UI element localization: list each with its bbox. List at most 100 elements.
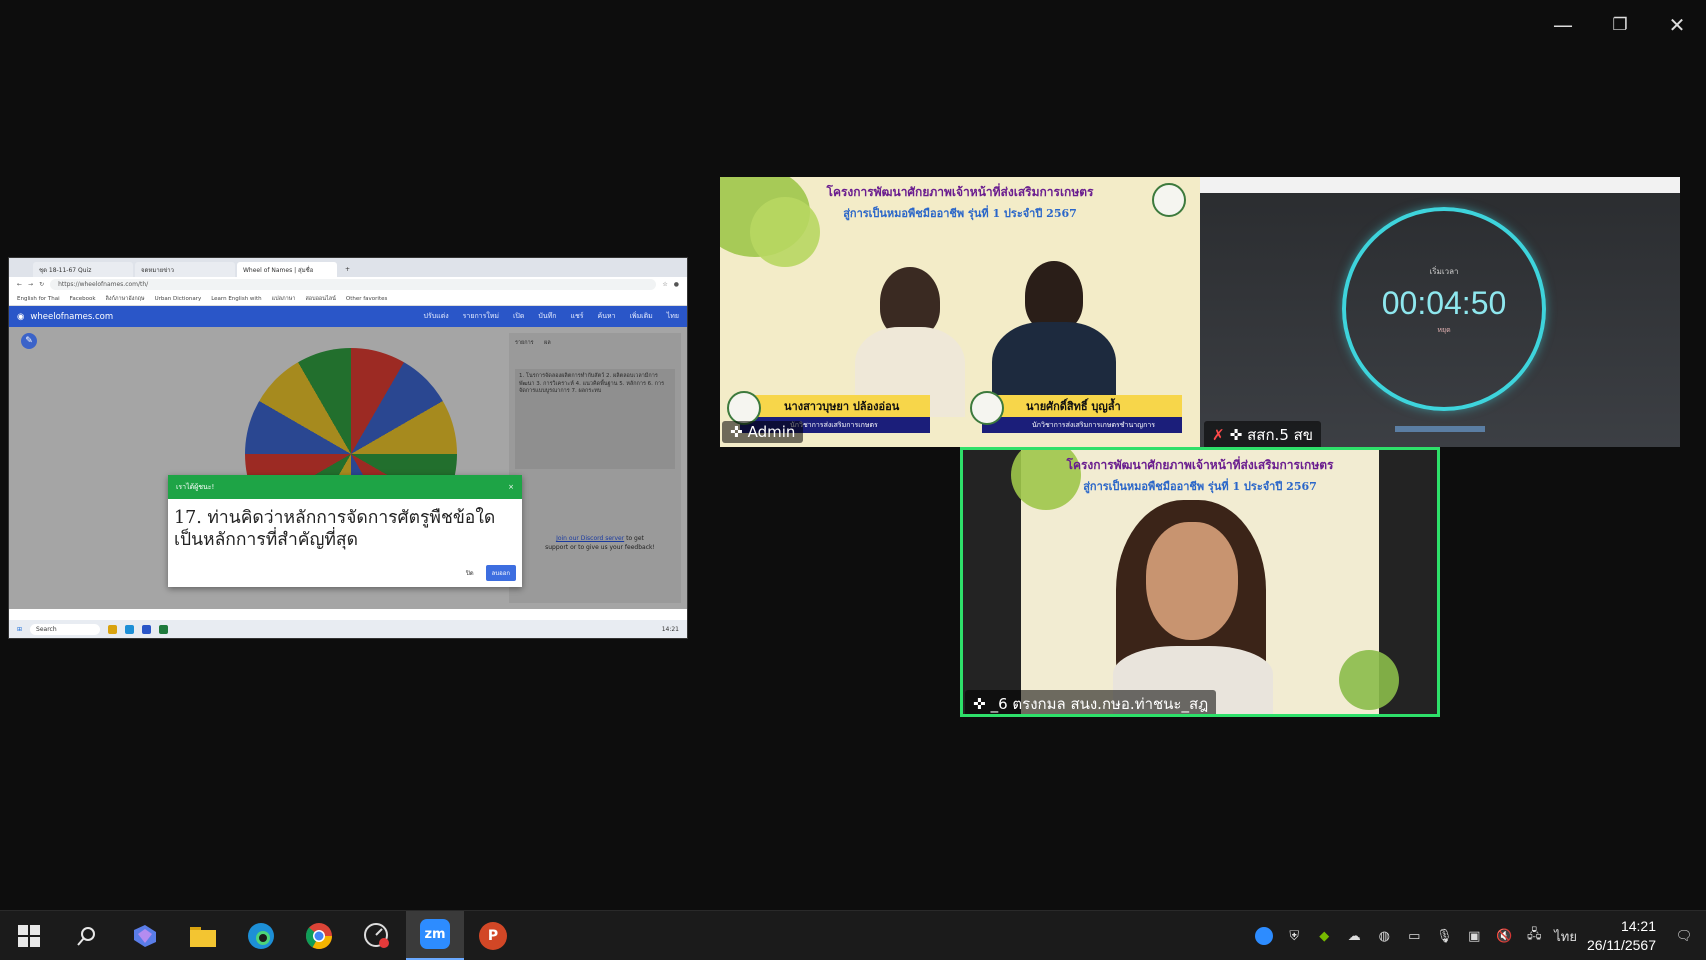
powerpoint-icon: P <box>479 921 507 950</box>
zoom-label: zm <box>424 926 446 942</box>
dialog-close-icon[interactable]: × <box>508 483 514 491</box>
star-icon[interactable]: ☆ <box>662 281 667 288</box>
shared-clock: 14:21 <box>661 625 679 633</box>
dialog-actions: ปิด ลบออก <box>462 565 516 581</box>
bookmark-item[interactable]: สอบออนไลน์ <box>305 295 335 303</box>
entries-textarea[interactable]: 1. โนรการจัดลองผลิตการทำกับสัตว์ 2. ผลิต… <box>515 369 675 469</box>
zoom-tray-icon[interactable] <box>1254 926 1274 946</box>
taskbar-clock[interactable]: 14:21 26/11/2567 <box>1587 917 1664 955</box>
volume-muted-icon[interactable]: 🔇 <box>1494 926 1514 946</box>
nav-search[interactable]: ค้นหา <box>598 311 616 322</box>
browser-tab-active[interactable]: Wheel of Names | สุ่มชื่อ <box>237 262 337 277</box>
seal-left <box>727 391 761 425</box>
entries-panel: รายการ ผล 1. โนรการจัดลองผลิตการทำกับสัต… <box>509 333 681 603</box>
results-tab[interactable]: ผล <box>544 340 551 346</box>
shield-icon[interactable]: ⛨ <box>1284 926 1304 946</box>
edge-button[interactable] <box>232 911 290 960</box>
network-icon[interactable]: 🖧 <box>1524 926 1544 946</box>
nav-more[interactable]: เพิ่มเติม <box>630 311 653 322</box>
zoom-icon: zm <box>420 919 450 949</box>
bookmark-item[interactable]: Facebook <box>70 296 96 302</box>
minimize-icon: — <box>1553 13 1573 37</box>
timer-countdown: 00:04:50 <box>1381 285 1507 321</box>
video-tile-timer[interactable]: เริ่มเวลา 00:04:50 หยุด ✗ ✜ สสก.5 สข <box>1200 177 1680 447</box>
banner: โครงการพัฒนาศักยภาพเจ้าหน้าที่ส่งเสริมกา… <box>720 177 1200 221</box>
browser-address-row: ← → ↻ https://wheelofnames.com/th/ ☆ ● <box>9 277 687 292</box>
bookmarks-bar: English for Thai Facebook ลิงก์ภาษาอังกฤ… <box>9 292 687 306</box>
nav-save[interactable]: บันทึก <box>538 311 556 322</box>
bookmark-item[interactable]: English for Thai <box>17 296 60 302</box>
video-tile-participant[interactable]: โครงการพัฒนาศักยภาพเจ้าหน้าที่ส่งเสริมกา… <box>960 447 1440 717</box>
pin-icon: ✜ <box>1229 426 1243 444</box>
nameplate-right: นายศักดิ์สิทธิ์ บุญล้ำ <box>982 395 1182 417</box>
bookmark-item[interactable]: Other favorites <box>346 296 388 302</box>
discord-note: Join our Discord server to get support o… <box>545 534 655 552</box>
restore-button[interactable]: ❐ <box>1600 10 1640 40</box>
bookmark-item[interactable]: ลิงก์ภาษาอังกฤษ <box>106 295 145 303</box>
notification-icon[interactable]: 🗨 <box>1674 926 1694 946</box>
dialog-remove-button[interactable]: ลบออก <box>485 565 516 581</box>
folder-icon <box>190 926 216 947</box>
close-button[interactable]: ✕ <box>1657 10 1697 40</box>
tree-decoration <box>1339 650 1399 710</box>
zoom-button[interactable]: zm <box>406 910 464 960</box>
banner-line2: สู่การเป็นหมอพืชมืออาชีพ รุ่นที่ 1 ประจำ… <box>1083 480 1317 493</box>
participant-face <box>1146 522 1238 640</box>
screen-share-tile[interactable]: ชุด 18-11-67 Quiz จดหมายข่าว Wheel of Na… <box>8 257 688 639</box>
nav-new[interactable]: รายการใหม่ <box>463 311 499 322</box>
bookmark-item[interactable]: Urban Dictionary <box>155 296 202 302</box>
address-bar[interactable]: https://wheelofnames.com/th/ <box>50 279 657 290</box>
nav-share[interactable]: แชร์ <box>571 311 584 322</box>
microphone-icon[interactable]: 🎙 <box>1434 926 1454 946</box>
seal-right <box>970 391 1004 425</box>
wheelofnames-logo[interactable]: ◉ wheelofnames.com <box>17 312 410 322</box>
wheelofnames-body: ✎ รายการ ผล 1. โนรการจัดลองผลิตการทำกับส… <box>9 327 687 609</box>
copilot-button[interactable] <box>116 911 174 960</box>
minimize-button[interactable]: — <box>1543 10 1583 40</box>
clock-date: 26/11/2567 <box>1586 937 1656 953</box>
dialog-header: เราได้ผู้ชนะ! × <box>168 475 522 499</box>
browser-tab[interactable]: ชุด 18-11-67 Quiz <box>33 262 133 277</box>
back-icon[interactable]: ← <box>17 281 22 288</box>
bookmark-item[interactable]: แปลภาษา <box>272 295 296 303</box>
video-tile-admin[interactable]: โครงการพัฒนาศักยภาพเจ้าหน้าที่ส่งเสริมกา… <box>720 177 1200 447</box>
nav-customize[interactable]: ปรับแต่ง <box>424 311 449 322</box>
shared-excel-icon <box>159 624 169 634</box>
new-tab-icon[interactable]: + <box>339 262 353 277</box>
nav-language[interactable]: ไทย <box>667 311 679 322</box>
browser-tab[interactable]: จดหมายข่าว <box>135 262 235 277</box>
edit-pencil-icon[interactable]: ✎ <box>21 333 37 349</box>
snipping-tool-button[interactable] <box>348 911 406 960</box>
reload-icon[interactable]: ↻ <box>39 281 44 288</box>
app-name: wheelofnames.com <box>30 311 114 322</box>
chat-icon[interactable]: ▭ <box>1404 926 1424 946</box>
muted-mic-icon: ✗ <box>1212 426 1225 444</box>
chrome-tray-icon[interactable]: ◍ <box>1374 926 1394 946</box>
onedrive-icon[interactable]: ☁ <box>1344 926 1364 946</box>
file-explorer-button[interactable] <box>174 911 232 960</box>
language-indicator[interactable]: ไทย <box>1554 926 1577 946</box>
nav-open[interactable]: เปิด <box>513 311 524 322</box>
entries-tab[interactable]: รายการ <box>515 340 534 346</box>
system-tray: ⛨ ◆ ☁ ◍ ▭ 🎙 ▣ 🔇 🖧 ไทย 14:21 26/11/2567 🗨 <box>1254 911 1706 960</box>
dialog-title: เราได้ผู้ชนะ! <box>176 482 215 491</box>
start-button[interactable] <box>0 911 58 960</box>
dialog-question: 17. ท่านคิดว่าหลักการจัดการศัตรูพืชข้อใด… <box>174 508 496 550</box>
bookmark-item[interactable]: Learn English with <box>211 296 261 302</box>
display-icon[interactable]: ▣ <box>1464 926 1484 946</box>
powerpoint-button[interactable]: P <box>464 911 522 960</box>
restore-icon: ❐ <box>1612 15 1628 35</box>
taskbar-search-button[interactable] <box>58 911 116 960</box>
nvidia-icon[interactable]: ◆ <box>1314 926 1334 946</box>
windows-start-icon <box>18 924 40 947</box>
participant-name: สสก.5 สข <box>1247 426 1314 444</box>
participant-video: โครงการพัฒนาศักยภาพเจ้าหน้าที่ส่งเสริมกา… <box>1011 450 1399 714</box>
participant-banner: โครงการพัฒนาศักยภาพเจ้าหน้าที่ส่งเสริมกา… <box>1021 450 1379 493</box>
forward-icon[interactable]: → <box>28 281 33 288</box>
copilot-icon <box>134 924 156 947</box>
profile-icon[interactable]: ● <box>674 281 679 288</box>
dialog-close-button[interactable]: ปิด <box>462 566 478 580</box>
presenter-right-head <box>1025 261 1083 331</box>
chrome-button[interactable] <box>290 911 348 960</box>
discord-link[interactable]: Join our Discord server <box>556 535 624 542</box>
